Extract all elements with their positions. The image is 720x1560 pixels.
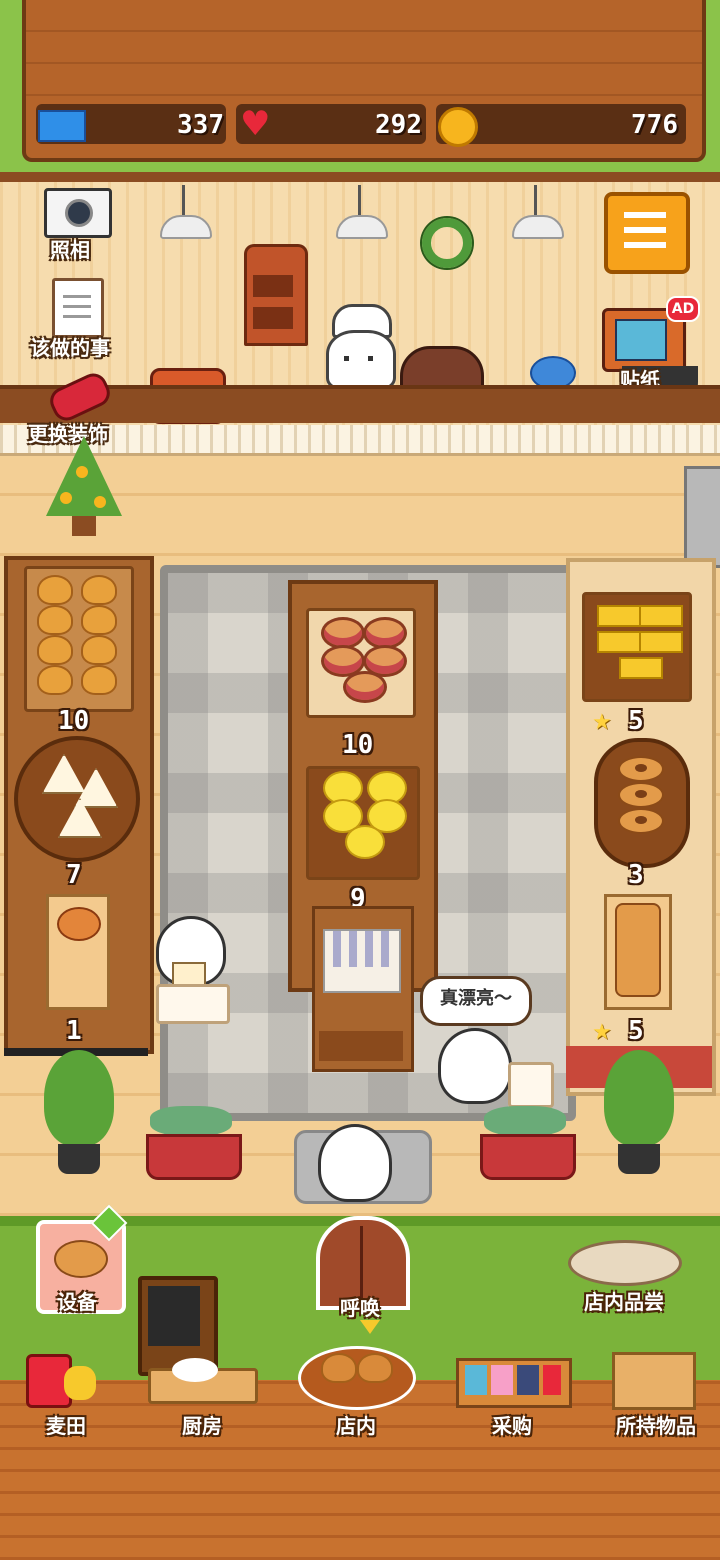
photo-button[interactable]: 照相	[38, 186, 114, 264]
drawer-cabinet	[244, 244, 308, 346]
customer-character[interactable]	[438, 1028, 512, 1104]
nav-shop[interactable]: 店内	[294, 1340, 418, 1448]
tasting-label: 店内品尝	[584, 1290, 664, 1314]
bread-loaf-icon	[615, 903, 661, 997]
stool	[508, 1062, 554, 1108]
paint-brush-icon	[45, 368, 115, 426]
tasting-button[interactable]: 店内品尝	[564, 1220, 684, 1316]
box-icon	[612, 1352, 696, 1410]
pointer-arrow-icon	[360, 1320, 380, 1334]
cheese-bar-tray[interactable]	[582, 592, 692, 702]
camera-icon	[44, 188, 112, 238]
heart-icon: ♥	[240, 104, 271, 144]
bread-basket-icon	[54, 1240, 108, 1278]
todo-label: 该做的事	[30, 336, 110, 360]
nav-kitchen-label: 厨房	[182, 1414, 222, 1438]
succulent-planter-icon	[146, 1106, 242, 1180]
nav-inventory[interactable]: 所持物品	[600, 1348, 712, 1448]
call-button[interactable]: 呼唤	[312, 1216, 410, 1320]
speech-text: 真漂亮～	[440, 988, 512, 1009]
chef-character[interactable]	[326, 304, 396, 390]
menu-icon	[624, 212, 666, 218]
coin-count: 776	[631, 110, 678, 140]
ceiling-lamp-icon	[336, 185, 388, 247]
potted-plant-icon	[604, 1050, 674, 1180]
bear-bread-icon	[57, 907, 101, 941]
wheat-icon	[64, 1366, 96, 1400]
left-top-count: 10	[58, 706, 90, 736]
wreath-icon	[422, 218, 472, 268]
nav-wheat-label: 麦田	[46, 1414, 86, 1438]
right-bottom-count: 5	[628, 1016, 644, 1046]
todo-button[interactable]: 该做的事	[30, 276, 130, 360]
potted-plant-icon	[44, 1050, 114, 1180]
customer-eating[interactable]	[156, 916, 230, 1026]
center-mid-count: 10	[342, 730, 374, 760]
sandwich-tray[interactable]	[14, 736, 140, 862]
nav-wheat-field[interactable]: 麦田	[14, 1352, 118, 1448]
star-icon: ★	[592, 1020, 612, 1045]
left-mid-count: 7	[66, 860, 82, 890]
speech-bubble: 真漂亮～	[420, 976, 532, 1026]
donut-tray[interactable]	[594, 738, 690, 868]
ceiling-lamp-icon	[512, 185, 564, 247]
shop-shelf-icon	[456, 1358, 572, 1408]
equipment-button[interactable]: 设备	[36, 1204, 128, 1314]
star-icon: ★	[592, 710, 612, 735]
christmas-tree-icon	[46, 436, 122, 538]
ad-badge: AD	[666, 296, 700, 322]
right-top-count: 5	[628, 706, 644, 736]
heart-count: 292	[375, 110, 422, 140]
top-status-board: 337 ♥ 292 776	[0, 0, 720, 172]
ceiling-lamp-icon	[160, 185, 212, 247]
customer-entering[interactable]	[318, 1124, 392, 1202]
nav-purchase-label: 采购	[492, 1414, 532, 1438]
nav-purchase[interactable]: 采购	[448, 1352, 576, 1448]
nav-shop-label: 店内	[336, 1414, 376, 1438]
door-frame	[684, 466, 720, 568]
call-label: 呼唤	[340, 1296, 380, 1320]
shortcake-icon	[323, 929, 401, 993]
tasting-table-icon	[568, 1240, 682, 1286]
right-mid-count: 3	[628, 860, 644, 890]
bear-bread-tray[interactable]	[46, 894, 110, 1010]
loaf-tray[interactable]	[604, 894, 672, 1010]
succulent-planter-icon	[480, 1106, 576, 1180]
cake-stand[interactable]	[312, 906, 414, 1072]
left-bottom-count: 1	[66, 1016, 82, 1046]
photo-label: 照相	[50, 238, 90, 262]
nav-kitchen[interactable]: 厨房	[144, 1352, 260, 1448]
melon-bread-tray[interactable]	[306, 766, 420, 880]
ticket-icon	[38, 110, 86, 142]
croissant-tray[interactable]	[24, 566, 134, 712]
ticket-count: 337	[177, 110, 224, 140]
menu-button[interactable]	[604, 192, 690, 274]
coin-icon	[438, 107, 478, 147]
equipment-label: 设备	[57, 1290, 97, 1314]
berry-tart-tray[interactable]	[306, 608, 416, 718]
wall-top-trim	[0, 172, 720, 182]
nav-inventory-label: 所持物品	[616, 1414, 696, 1438]
bread-basket-icon	[298, 1346, 416, 1410]
clipboard-icon	[52, 278, 104, 338]
